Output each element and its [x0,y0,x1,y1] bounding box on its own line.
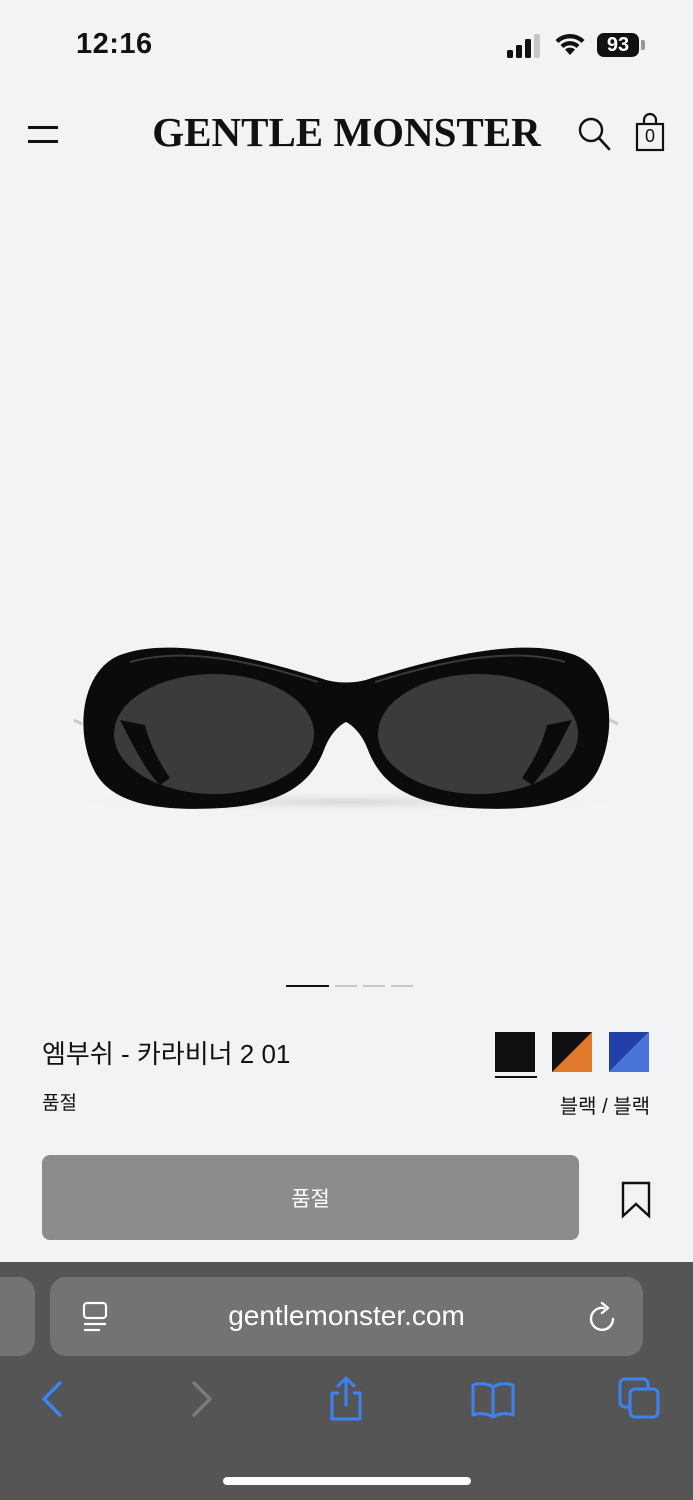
status-time: 12:16 [76,28,153,60]
carousel-dot-2[interactable] [335,985,357,987]
swatch-blue-white[interactable] [609,1032,649,1072]
carousel-dot-3[interactable] [363,985,385,987]
bookmark-icon[interactable] [620,1181,652,1219]
address-bar[interactable]: gentlemonster.com [50,1277,643,1356]
home-indicator[interactable] [223,1477,471,1485]
search-icon[interactable] [576,114,612,154]
browser-toolbar: gentlemonster.com [0,1262,693,1500]
cellular-signal-icon [507,34,540,58]
shopping-bag-icon[interactable]: 0 [634,112,666,152]
reload-icon[interactable] [588,1300,620,1334]
carousel-dot-1[interactable] [286,985,329,987]
product-name: 엠부쉬 - 카라비너 2 01 [42,1039,291,1069]
stock-status: 품절 [42,1093,77,1114]
swatch-black[interactable] [495,1032,535,1072]
forward-icon[interactable] [178,1375,226,1423]
back-icon[interactable] [28,1375,76,1423]
previous-tab-peek[interactable] [0,1277,35,1356]
color-label: 블랙 / 블랙 [559,1096,650,1118]
swatch-black-orange[interactable] [552,1032,592,1072]
carousel-indicator [286,985,413,989]
wifi-icon [555,33,585,55]
carousel-dot-4[interactable] [391,985,413,987]
share-icon[interactable] [322,1375,370,1423]
status-bar: 12:16 93 [0,0,693,92]
product-image-sunglasses[interactable] [0,560,693,860]
cart-count: 0 [644,126,655,146]
site-header: GENTLE MONSTER 0 [0,92,693,176]
url-text: gentlemonster.com [228,1300,465,1331]
bookmarks-icon[interactable] [469,1375,517,1423]
tabs-icon[interactable] [616,1375,664,1423]
battery-tip [641,40,645,50]
color-swatches [495,1032,649,1072]
selected-swatch-underline [495,1076,537,1078]
battery-indicator: 93 [597,33,639,57]
sold-out-button[interactable]: 품절 [42,1155,579,1240]
